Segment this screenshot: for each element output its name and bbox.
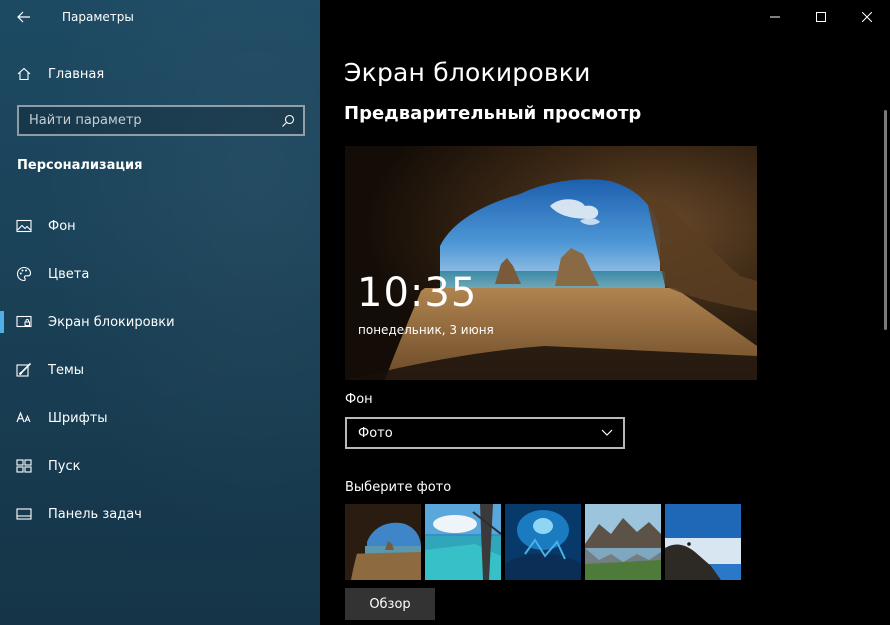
sidebar-item-lock-screen[interactable]: Экран блокировки <box>0 298 320 346</box>
title-bar: Параметры <box>0 0 320 34</box>
close-button[interactable] <box>844 0 890 34</box>
scrollbar[interactable] <box>884 110 887 330</box>
sidebar-item-label: Шрифты <box>48 410 108 426</box>
choose-photo-label: Выберите фото <box>345 480 452 495</box>
background-dropdown[interactable]: Фото <box>345 417 625 449</box>
photo-thumb-underwater[interactable] <box>505 504 581 580</box>
picture-icon <box>16 219 32 233</box>
window-controls <box>752 0 890 34</box>
back-arrow-icon <box>17 11 30 23</box>
sidebar-item-label: Фон <box>48 218 76 234</box>
chevron-down-icon <box>601 429 613 436</box>
browse-button[interactable]: Обзор <box>345 588 435 620</box>
search-input[interactable] <box>29 113 281 128</box>
photo-thumb-mountain-lake[interactable] <box>585 504 661 580</box>
sidebar: Параметры Главная Персонализация Фон <box>0 0 320 625</box>
maximize-icon <box>816 12 826 22</box>
sidebar-item-label: Темы <box>48 362 85 378</box>
photo-thumb-ocean-window[interactable] <box>425 504 501 580</box>
section-title: Персонализация <box>17 158 143 173</box>
photo-thumb-cliff-sky[interactable] <box>665 504 741 580</box>
sidebar-item-label: Пуск <box>48 458 81 474</box>
close-icon <box>862 12 872 22</box>
lock-screen-preview: 10:35 понедельник, 3 июня <box>345 146 757 380</box>
font-icon <box>16 411 31 423</box>
start-grid-icon <box>16 459 32 473</box>
sidebar-item-colors[interactable]: Цвета <box>0 250 320 298</box>
active-indicator <box>0 311 4 333</box>
nav-list: Фон Цвета Экран блокировки Темы Шрифты П… <box>0 202 320 538</box>
maximize-button[interactable] <box>798 0 844 34</box>
page-title: Экран блокировки <box>344 58 591 87</box>
sidebar-item-label: Панель задач <box>48 506 142 522</box>
sidebar-item-fonts[interactable]: Шрифты <box>0 394 320 442</box>
home-label: Главная <box>48 66 105 82</box>
photo-thumbnails <box>345 504 741 580</box>
sidebar-item-label: Цвета <box>48 266 90 282</box>
preview-heading: Предварительный просмотр <box>344 103 642 124</box>
brush-icon <box>16 362 32 377</box>
sidebar-item-background[interactable]: Фон <box>0 202 320 250</box>
sidebar-item-label: Экран блокировки <box>48 314 175 330</box>
preview-date: понедельник, 3 июня <box>358 323 494 337</box>
app-title: Параметры <box>62 10 134 24</box>
back-button[interactable] <box>0 0 48 34</box>
search-icon[interactable] <box>281 114 295 128</box>
cave-beach-image <box>345 146 757 380</box>
preview-time: 10:35 <box>357 270 478 316</box>
sidebar-item-taskbar[interactable]: Панель задач <box>0 490 320 538</box>
sidebar-item-themes[interactable]: Темы <box>0 346 320 394</box>
content-pane: Экран блокировки Предварительный просмот… <box>320 0 890 625</box>
minimize-button[interactable] <box>752 0 798 34</box>
background-label: Фон <box>345 392 373 407</box>
sidebar-item-start[interactable]: Пуск <box>0 442 320 490</box>
background-dropdown-value: Фото <box>358 425 393 441</box>
taskbar-icon <box>16 508 32 520</box>
home-icon <box>17 67 31 81</box>
photo-thumb-cave-beach[interactable] <box>345 504 421 580</box>
home-nav-item[interactable]: Главная <box>0 58 320 90</box>
palette-icon <box>16 266 32 282</box>
minimize-icon <box>770 16 780 18</box>
lock-screen-icon <box>16 315 32 328</box>
search-box[interactable] <box>17 105 305 136</box>
